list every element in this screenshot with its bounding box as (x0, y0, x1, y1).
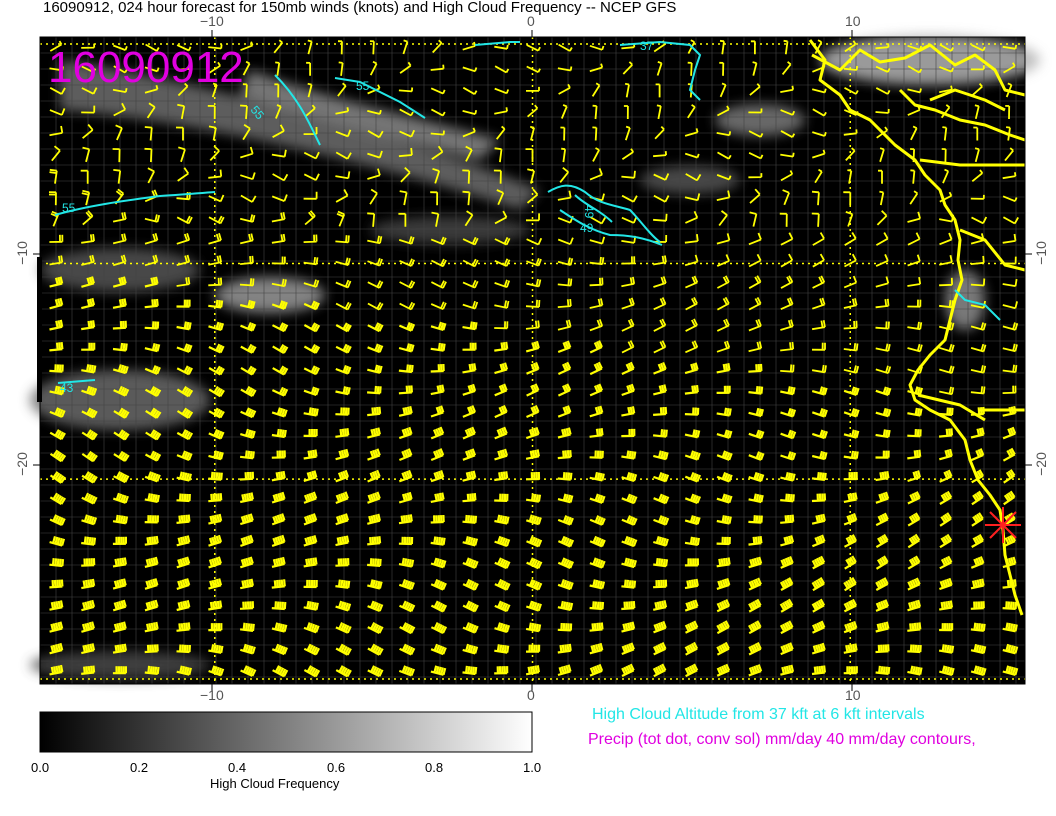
contour-label: 43 (60, 381, 74, 395)
date-stamp: 16090912 (48, 43, 244, 92)
y-tick-left: −10 (13, 241, 30, 265)
contour-label: 49 (580, 221, 594, 235)
colorbar-label: 0.0 (31, 760, 50, 775)
map-figure: 16090912, 024 hour forecast for 150mb wi… (0, 0, 1056, 816)
colorbar (39, 711, 533, 753)
contour-label: 49 (582, 205, 596, 219)
colorbar-label: 1.0 (523, 760, 542, 775)
colorbar-label: 0.8 (425, 760, 444, 775)
x-tick-top: 10 (845, 13, 861, 29)
colorbar-label: 0.6 (327, 760, 346, 775)
x-tick-bottom: −10 (200, 687, 224, 703)
frame-band (37, 257, 42, 402)
x-tick-top: −10 (200, 13, 224, 29)
x-tick-bottom: 0 (527, 687, 535, 703)
colorbar-title: High Cloud Frequency (210, 776, 340, 791)
y-tick-right: −10 (1032, 241, 1049, 265)
x-tick-top: 0 (527, 13, 535, 29)
station-marker (985, 507, 1021, 543)
legend-precip: Precip (tot dot, conv sol) mm/day 40 mm/… (588, 731, 976, 748)
contour-label: 37 (640, 39, 654, 53)
x-tick-bottom: 10 (845, 687, 861, 703)
colorbar-label: 0.2 (130, 760, 149, 775)
colorbar-label: 0.4 (228, 760, 247, 775)
contour-label: 55 (62, 201, 76, 215)
y-tick-right: −20 (1032, 452, 1049, 476)
contour-label: 55 (356, 79, 370, 93)
y-tick-left: −20 (13, 452, 30, 476)
legend-cloud-altitude: High Cloud Altitude from 37 kft at 6 kft… (592, 706, 925, 723)
